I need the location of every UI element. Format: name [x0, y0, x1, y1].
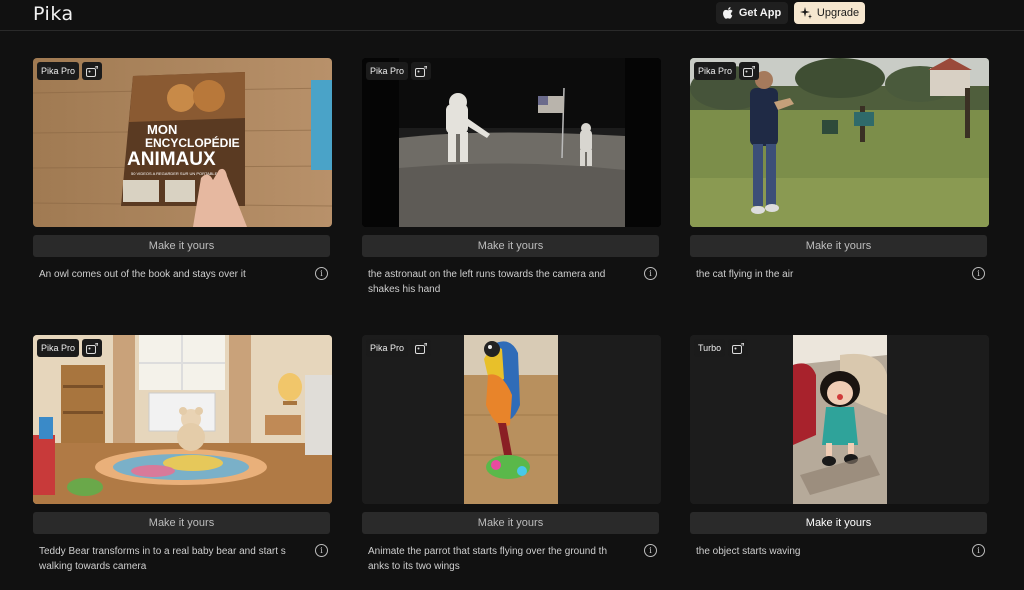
make-it-yours-button[interactable]: Make it yours — [362, 512, 659, 534]
image-to-video-icon — [411, 339, 432, 357]
prompt-row: An owl comes out of the book and stays o… — [33, 267, 332, 303]
video-thumbnail[interactable]: Pika Pro — [33, 335, 332, 504]
model-tag-label: Pika Pro — [694, 62, 737, 80]
book-title-line-3: ANIMAUX — [127, 149, 216, 170]
model-tag: Pika Pro — [694, 62, 760, 80]
model-tag: Pika Pro — [37, 62, 103, 80]
video-thumbnail[interactable]: Pika Pro — [362, 58, 661, 227]
template-card: Pika Pro Make it yours the astronaut on … — [362, 58, 661, 303]
book-title-line-1: MON — [147, 122, 177, 137]
image-to-video-icon — [739, 62, 760, 80]
image-to-video-icon — [728, 339, 749, 357]
template-card: MON ENCYCLOPÉDIE ANIMAUX 50 VIDEOS A REG… — [33, 58, 332, 303]
get-app-button[interactable]: Get App — [716, 2, 788, 24]
prompt-row: Teddy Bear transforms in to a real baby … — [33, 544, 332, 580]
apple-icon — [722, 7, 734, 19]
template-card: Pika Pro Make it yours Animate the parro… — [362, 335, 661, 580]
image-to-video-icon — [82, 62, 103, 80]
info-icon[interactable]: i — [972, 544, 985, 557]
prompt-text: An owl comes out of the book and stays o… — [39, 269, 246, 280]
make-it-yours-button[interactable]: Make it yours — [690, 512, 987, 534]
prompt-row: the astronaut on the left runs towards t… — [362, 267, 661, 303]
prompt-text: Animate the parrot that starts flying ov… — [368, 546, 608, 572]
book-title-line-2: ENCYCLOPÉDIE — [145, 135, 240, 150]
template-card: Turbo Make it yours the object starts wa… — [690, 335, 989, 580]
video-thumbnail[interactable]: Turbo — [690, 335, 989, 504]
make-it-yours-button[interactable]: Make it yours — [362, 235, 659, 257]
image-to-video-icon — [82, 339, 103, 357]
model-tag: Turbo — [694, 339, 749, 357]
model-tag: Pika Pro — [37, 339, 103, 357]
upgrade-label: Upgrade — [816, 7, 860, 19]
info-icon[interactable]: i — [315, 267, 328, 280]
make-it-yours-button[interactable]: Make it yours — [33, 235, 330, 257]
info-icon[interactable]: i — [315, 544, 328, 557]
video-thumbnail[interactable]: Pika Pro — [362, 335, 661, 504]
get-app-label: Get App — [738, 7, 782, 19]
model-tag: Pika Pro — [366, 62, 432, 80]
prompt-row: the cat flying in the air i — [690, 267, 989, 303]
top-bar: Pika Get App Upgrade — [0, 0, 1024, 31]
info-icon[interactable]: i — [972, 267, 985, 280]
prompt-row: the object starts waving i — [690, 544, 989, 580]
model-tag: Pika Pro — [366, 339, 432, 357]
prompt-row: Animate the parrot that starts flying ov… — [362, 544, 661, 580]
upgrade-button[interactable]: Upgrade — [794, 2, 865, 24]
prompt-text: Teddy Bear transforms in to a real baby … — [39, 546, 286, 572]
sparkle-icon — [799, 7, 812, 19]
info-icon[interactable]: i — [644, 267, 657, 280]
image-to-video-icon — [411, 62, 432, 80]
video-thumbnail[interactable]: MON ENCYCLOPÉDIE ANIMAUX 50 VIDEOS A REG… — [33, 58, 332, 227]
pika-logo[interactable]: Pika — [33, 3, 74, 25]
template-card: Pika Pro Make it yours Teddy Bear transf… — [33, 335, 332, 580]
model-tag-label: Pika Pro — [37, 339, 80, 357]
info-icon[interactable]: i — [644, 544, 657, 557]
prompt-text: the astronaut on the left runs towards t… — [368, 269, 606, 295]
prompt-text: the cat flying in the air — [696, 269, 794, 280]
video-thumbnail[interactable]: Pika Pro — [690, 58, 989, 227]
model-tag-label: Pika Pro — [37, 62, 80, 80]
make-it-yours-button[interactable]: Make it yours — [690, 235, 987, 257]
template-card: Pika Pro Make it yours the cat flying in… — [690, 58, 989, 303]
make-it-yours-button[interactable]: Make it yours — [33, 512, 330, 534]
prompt-text: the object starts waving — [696, 546, 801, 557]
model-tag-label: Pika Pro — [366, 62, 409, 80]
model-tag-label: Turbo — [694, 339, 726, 357]
model-tag-label: Pika Pro — [366, 339, 409, 357]
